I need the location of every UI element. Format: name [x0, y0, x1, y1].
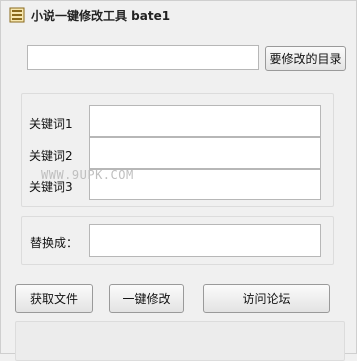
- keyword-2-label: 关键词2: [29, 149, 73, 163]
- app-window: 小说一键修改工具 bate1 要修改的目录 关键词1 关键词2 关键词3 WWW…: [0, 0, 357, 361]
- visit-forum-button[interactable]: 访问论坛: [203, 284, 330, 313]
- app-icon: [9, 7, 25, 23]
- select-directory-button[interactable]: 要修改的目录: [265, 46, 346, 71]
- replace-input[interactable]: [89, 224, 321, 257]
- get-file-button[interactable]: 获取文件: [15, 284, 93, 313]
- window-title: 小说一键修改工具 bate1: [31, 9, 171, 23]
- keyword-2-input[interactable]: [89, 137, 321, 169]
- title-bar: 小说一键修改工具 bate1: [1, 1, 356, 29]
- directory-input[interactable]: [27, 45, 259, 70]
- keyword-1-label: 关键词1: [29, 117, 73, 131]
- watermark-text: WWW.9UPK.COM: [41, 168, 134, 182]
- replace-label: 替换成：: [30, 236, 79, 250]
- log-panel: [15, 321, 345, 361]
- one-click-modify-button[interactable]: 一键修改: [109, 284, 184, 313]
- keyword-1-input[interactable]: [89, 105, 321, 137]
